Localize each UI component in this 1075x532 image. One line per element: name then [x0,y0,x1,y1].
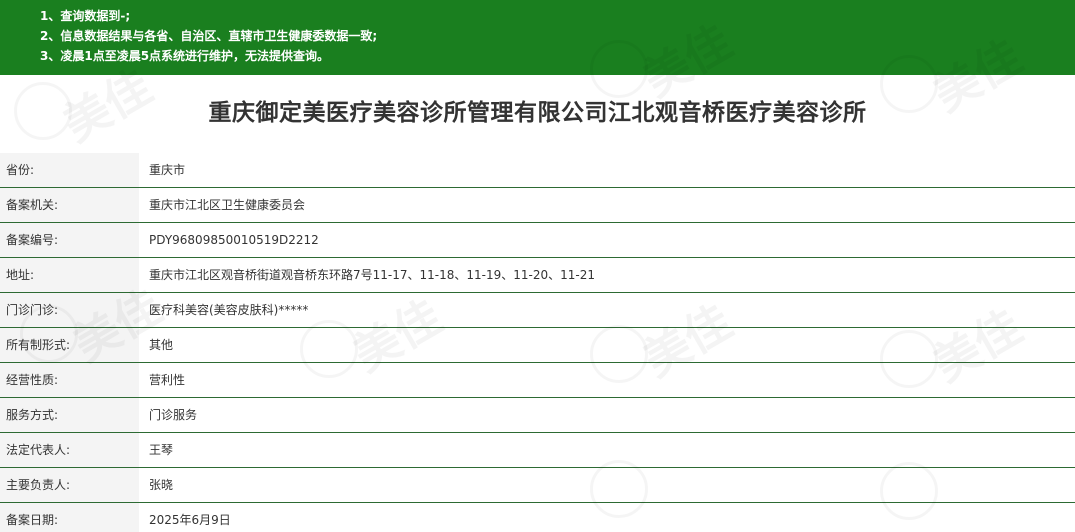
table-row-clinic-type: 门诊门诊: 医疗科美容(美容皮肤科)***** [0,293,1075,328]
row-value: 重庆市江北区观音桥街道观音桥东环路7号11-17、11-18、11-19、11-… [139,258,1075,292]
row-label: 地址: [0,258,139,292]
row-value: PDY96809850010519D2212 [139,223,1075,257]
notice-line-3: 3、凌晨1点至凌晨5点系统进行维护，无法提供查询。 [40,49,330,63]
table-row-address: 地址: 重庆市江北区观音桥街道观音桥东环路7号11-17、11-18、11-19… [0,258,1075,293]
table-row-service-mode: 服务方式: 门诊服务 [0,398,1075,433]
notice-line-2: 2、信息数据结果与各省、自治区、直辖市卫生健康委数据一致; [40,29,378,43]
row-value: 重庆市 [139,153,1075,187]
row-label: 所有制形式: [0,328,139,362]
table-row-ownership: 所有制形式: 其他 [0,328,1075,363]
page: 1、查询数据到-; 2、信息数据结果与各省、自治区、直辖市卫生健康委数据一致; … [0,0,1075,532]
row-value: 王琴 [139,433,1075,467]
row-label: 备案编号: [0,223,139,257]
page-title: 重庆御定美医疗美容诊所管理有限公司江北观音桥医疗美容诊所 [208,100,867,126]
table-row-business-nature: 经营性质: 营利性 [0,363,1075,398]
table-row-province: 省份: 重庆市 [0,153,1075,188]
table-row-legal-representative: 法定代表人: 王琴 [0,433,1075,468]
row-value: 其他 [139,328,1075,362]
notice-banner: 1、查询数据到-; 2、信息数据结果与各省、自治区、直辖市卫生健康委数据一致; … [0,0,1075,75]
table-row-principal: 主要负责人: 张晓 [0,468,1075,503]
row-value: 重庆市江北区卫生健康委员会 [139,188,1075,222]
row-value: 医疗科美容(美容皮肤科)***** [139,293,1075,327]
row-label: 备案日期: [0,503,139,532]
row-label: 服务方式: [0,398,139,432]
row-value: 张晓 [139,468,1075,502]
notice-line-1: 1、查询数据到-; [40,9,131,23]
row-value: 营利性 [139,363,1075,397]
table-row-authority: 备案机关: 重庆市江北区卫生健康委员会 [0,188,1075,223]
table-row-registration-number: 备案编号: PDY96809850010519D2212 [0,223,1075,258]
row-label: 备案机关: [0,188,139,222]
row-label: 经营性质: [0,363,139,397]
record-table: 省份: 重庆市 备案机关: 重庆市江北区卫生健康委员会 备案编号: PDY968… [0,153,1075,532]
row-value: 门诊服务 [139,398,1075,432]
row-label: 省份: [0,153,139,187]
row-label: 门诊门诊: [0,293,139,327]
table-row-registration-date: 备案日期: 2025年6月9日 [0,503,1075,532]
row-label: 主要负责人: [0,468,139,502]
row-label: 法定代表人: [0,433,139,467]
row-value: 2025年6月9日 [139,503,1075,532]
